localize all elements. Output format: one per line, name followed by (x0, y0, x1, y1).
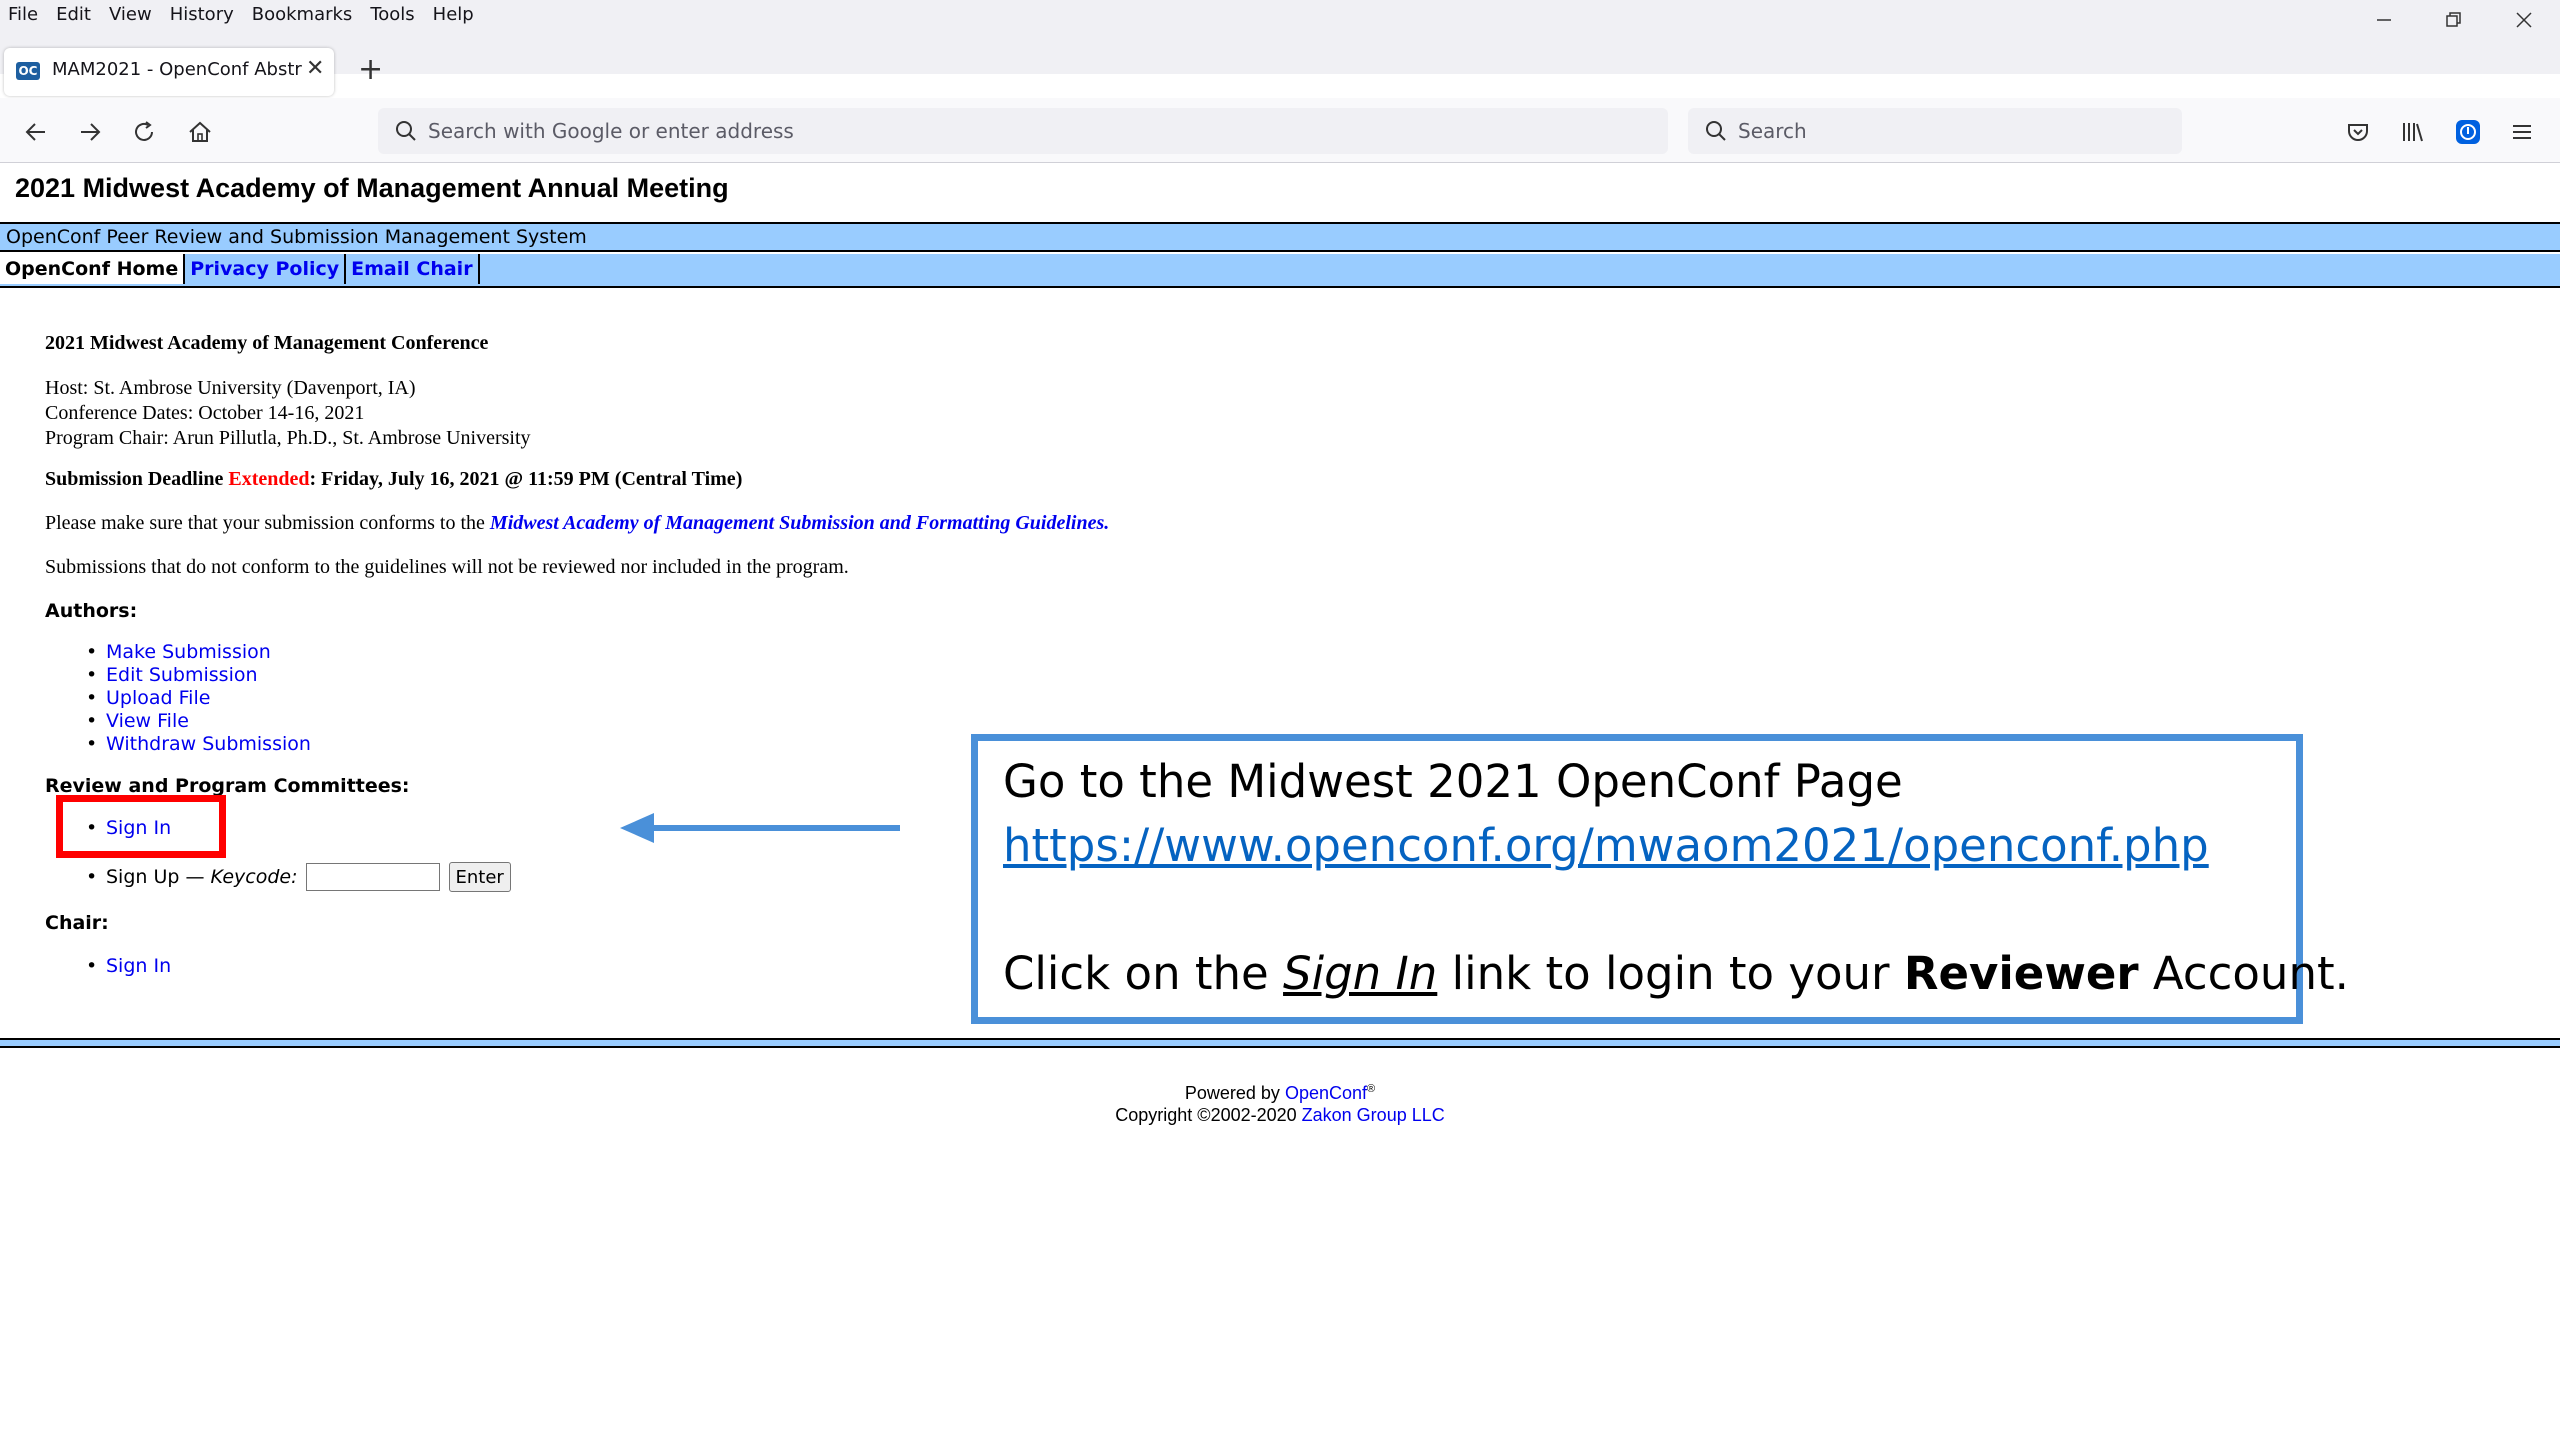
withdraw-submission-link[interactable]: Withdraw Submission (106, 733, 311, 755)
authors-heading: Authors: (45, 600, 138, 622)
footer: Powered by OpenConf® Copyright ©2002-202… (0, 1078, 2560, 1126)
conference-title: 2021 Midwest Academy of Management Confe… (45, 332, 489, 354)
deadline-extended: Extended (228, 468, 310, 490)
copyright: Copyright ©2002-2020 Zakon Group LLC (1115, 1105, 1445, 1125)
chair-links: Sign In (86, 955, 171, 978)
view-file-link[interactable]: View File (106, 710, 189, 732)
callout-text: link to login to your (1437, 947, 1904, 1000)
host-line: Host: St. Ambrose University (Davenport,… (45, 377, 416, 399)
keycode-input[interactable] (305, 863, 440, 891)
forward-icon[interactable] (74, 116, 106, 148)
new-tab-icon[interactable]: + (358, 52, 383, 87)
nav-privacy-policy[interactable]: Privacy Policy (185, 254, 347, 284)
callout-text: Click on the (1003, 947, 1284, 1000)
instruction-callout: Go to the Midwest 2021 OpenConf Page htt… (971, 734, 2349, 1024)
upload-file-link[interactable]: Upload File (106, 687, 210, 709)
list-item: Withdraw Submission (86, 733, 311, 756)
reload-icon[interactable] (128, 116, 160, 148)
conference-info: Host: St. Ambrose University (Davenport,… (45, 376, 531, 451)
dates-line: Conference Dates: October 14-16, 2021 (45, 402, 365, 424)
callout-line-1: Go to the Midwest 2021 OpenConf Page (1003, 755, 1903, 808)
menu-view[interactable]: View (109, 2, 152, 28)
list-item: Make Submission (86, 641, 311, 664)
search-bar[interactable]: Search (1688, 108, 2182, 154)
chair-heading: Chair: (45, 912, 109, 934)
nav-email-chair[interactable]: Email Chair (346, 254, 480, 284)
submission-deadline: Submission Deadline Extended: Friday, Ju… (45, 468, 742, 491)
site-nav: OpenConf Home Privacy Policy Email Chair (0, 254, 2560, 288)
nonconform-note: Submissions that do not conform to the g… (45, 556, 849, 578)
menu-bookmarks[interactable]: Bookmarks (252, 2, 353, 28)
tab-close-icon[interactable]: ✕ (306, 56, 324, 81)
system-banner: OpenConf Peer Review and Submission Mana… (0, 222, 2560, 252)
guidelines-prefix: Please make sure that your submission co… (45, 512, 490, 534)
back-icon[interactable] (20, 116, 52, 148)
arrow-icon (620, 813, 900, 843)
menu-file[interactable]: File (8, 2, 38, 28)
search-placeholder: Search (1738, 119, 1807, 143)
menu-history[interactable]: History (170, 2, 234, 28)
home-icon[interactable] (184, 116, 216, 148)
callout-signin: Sign In (1283, 947, 1438, 1000)
list-item: Sign In (86, 955, 171, 978)
powered-by: Powered by OpenConf® (1184, 1083, 1376, 1103)
menu-edit[interactable]: Edit (56, 2, 91, 28)
page-title: 2021 Midwest Academy of Management Annua… (15, 173, 729, 203)
sign-up-label: Sign Up — (106, 866, 205, 888)
list-item: Upload File (86, 687, 311, 710)
account-icon[interactable] (2452, 116, 2484, 148)
deadline-date: : Friday, July 16, 2021 @ 11:59 PM (Cent… (309, 468, 743, 490)
author-links: Make Submission Edit Submission Upload F… (86, 641, 311, 756)
guidelines-link[interactable]: Midwest Academy of Management Submission… (490, 512, 1109, 534)
make-submission-link[interactable]: Make Submission (106, 641, 271, 663)
nav-openconf-home[interactable]: OpenConf Home (0, 254, 186, 284)
hamburger-menu-icon[interactable] (2506, 116, 2538, 148)
browser-tab[interactable]: OC MAM2021 - OpenConf Abstract ✕ (4, 48, 334, 96)
library-icon[interactable] (2396, 116, 2428, 148)
menu-bar: File Edit View History Bookmarks Tools H… (0, 0, 2560, 30)
list-item: Edit Submission (86, 664, 311, 687)
url-bar[interactable]: Search with Google or enter address (378, 108, 1668, 154)
review-committees-heading: Review and Program Committees: (45, 775, 410, 797)
callout-line-3: Click on the Sign In link to login to yo… (1003, 947, 2349, 1000)
zakon-group-link[interactable]: Zakon Group LLC (1302, 1105, 1445, 1125)
menu-tools[interactable]: Tools (370, 2, 414, 28)
chair-sign-in-link[interactable]: Sign In (106, 955, 171, 977)
keycode-label: Keycode: (210, 866, 298, 888)
pocket-icon[interactable] (2342, 116, 2374, 148)
callout-text: Account. (2138, 947, 2349, 1000)
tab-title: MAM2021 - OpenConf Abstract (52, 59, 302, 80)
enter-button[interactable]: Enter (448, 862, 511, 892)
system-label: OpenConf Peer Review and Submission Mana… (6, 226, 587, 248)
sign-in-highlight-box (56, 795, 226, 858)
tab-bar (0, 30, 2560, 74)
callout-url: https://www.openconf.org/mwaom2021/openc… (1003, 819, 2209, 872)
url-placeholder: Search with Google or enter address (428, 119, 794, 143)
openconf-link[interactable]: OpenConf (1285, 1083, 1367, 1103)
footer-divider (0, 1038, 2560, 1048)
list-item: View File (86, 710, 311, 733)
sign-up-row: • Sign Up — Keycode: Enter (86, 862, 511, 892)
menu-help[interactable]: Help (433, 2, 474, 28)
search-icon (1704, 119, 1728, 147)
deadline-prefix: Submission Deadline (45, 468, 229, 490)
program-chair-line: Program Chair: Arun Pillutla, Ph.D., St.… (45, 427, 531, 449)
edit-submission-link[interactable]: Edit Submission (106, 664, 258, 686)
callout-reviewer: Reviewer (1903, 947, 2139, 1000)
openconf-favicon-icon: OC (16, 62, 40, 80)
search-icon (394, 119, 418, 147)
guidelines-note: Please make sure that your submission co… (45, 512, 1109, 535)
